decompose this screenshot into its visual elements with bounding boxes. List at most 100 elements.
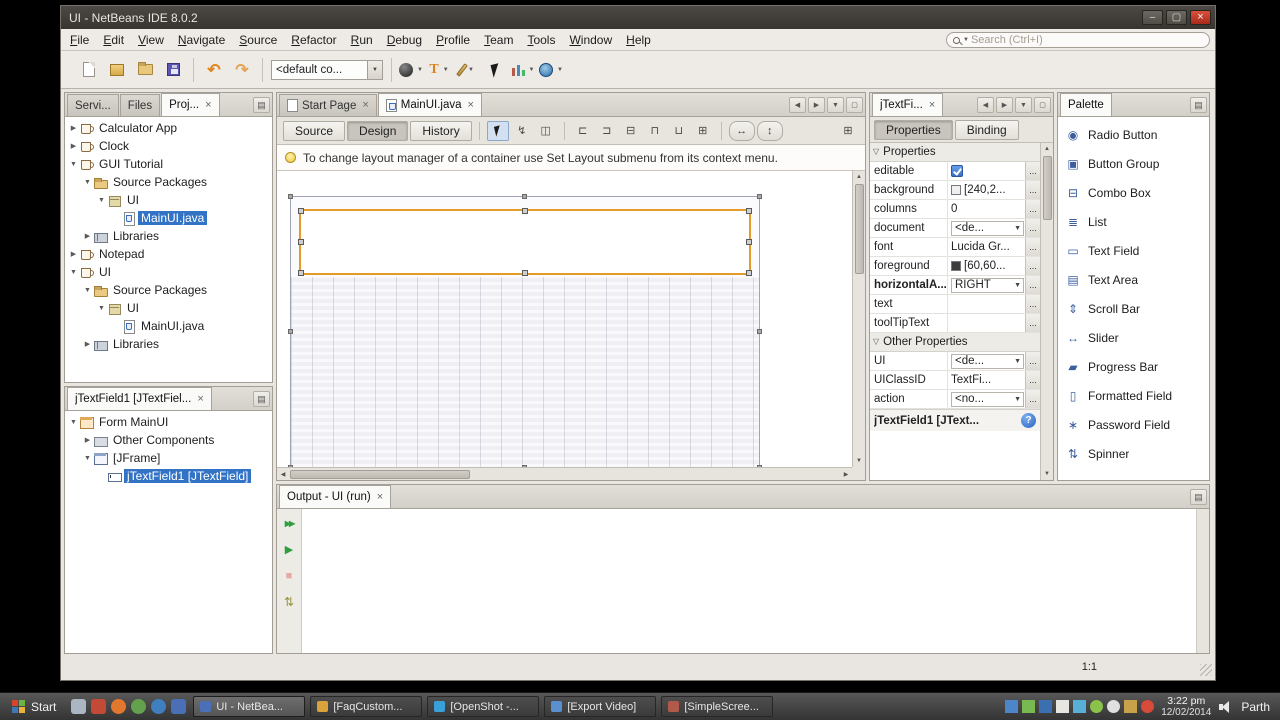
output-tab[interactable]: Output - UI (run) × xyxy=(279,485,392,508)
ellipsis-button[interactable]: ... xyxy=(1025,238,1040,256)
ellipsis-button[interactable]: ... xyxy=(1025,181,1040,199)
property-horizontala[interactable]: horizontalA... RIGHT ▼... xyxy=(870,276,1040,295)
palette-item-button-group[interactable]: ▣ Button Group xyxy=(1058,149,1209,178)
close-icon[interactable]: × xyxy=(377,491,383,503)
align-left-button[interactable]: ⊏ xyxy=(572,121,594,141)
palette-item-scroll-bar[interactable]: ⇕ Scroll Bar xyxy=(1058,294,1209,323)
tab-start-page[interactable]: Start Page × xyxy=(279,94,377,116)
resize-handle[interactable] xyxy=(746,239,752,245)
palette-item-slider[interactable]: ↔ Slider xyxy=(1058,323,1209,352)
taskbar-window-simplescree[interactable]: [SimpleScree... xyxy=(661,696,774,717)
tree-item-form-mainui[interactable]: ▼ Form MainUI xyxy=(65,413,272,431)
collapse-icon[interactable]: ▼ xyxy=(68,269,79,276)
maximize-view-icon[interactable]: ▢ xyxy=(1034,97,1051,113)
redo-button[interactable]: ↷ xyxy=(229,57,255,83)
section-properties[interactable]: ▽ Properties xyxy=(870,143,1040,162)
debug-project-button[interactable]: ▼ xyxy=(455,57,481,83)
tab-proj[interactable]: Proj... × xyxy=(161,93,220,116)
ellipsis-button[interactable]: ... xyxy=(1025,371,1040,389)
messaging-icon[interactable] xyxy=(1090,700,1104,713)
menu-profile[interactable]: Profile xyxy=(429,30,477,50)
wifi-icon[interactable] xyxy=(1107,700,1121,713)
expand-icon[interactable]: ▶ xyxy=(82,233,93,240)
palette-item-formatted-field[interactable]: ▯ Formatted Field xyxy=(1058,381,1209,410)
tree-item-gui-tutorial[interactable]: ▼ GUI Tutorial xyxy=(65,155,272,173)
file-manager-icon[interactable] xyxy=(91,699,107,714)
scroll-tabs-right-icon[interactable]: ▶ xyxy=(996,97,1013,113)
property-text[interactable]: text... xyxy=(870,295,1040,314)
properties-tab[interactable]: jTextFi... × xyxy=(872,93,944,116)
new-project-button[interactable] xyxy=(104,57,130,83)
menu-help[interactable]: Help xyxy=(619,30,658,50)
property-action[interactable]: action <no... ▼... xyxy=(870,390,1040,409)
property-value[interactable]: <de... ▼ xyxy=(948,219,1025,237)
tree-item-jtextfield1-jtextfield[interactable]: jTextField1 [JTextField] xyxy=(65,467,272,485)
property-value[interactable]: [60,60... xyxy=(948,257,1025,275)
view-design[interactable]: Design xyxy=(347,120,409,141)
ellipsis-button[interactable]: ... xyxy=(1025,295,1040,313)
netbeans-quick-icon[interactable] xyxy=(171,699,187,714)
resize-handle[interactable] xyxy=(298,208,304,214)
palette-item-progress-bar[interactable]: ▰ Progress Bar xyxy=(1058,352,1209,381)
tree-item-mainui-java[interactable]: MainUI.java xyxy=(65,209,272,227)
expand-icon[interactable]: ▶ xyxy=(68,143,79,150)
profiler-button[interactable]: ▼ xyxy=(511,57,537,83)
combo-value-cell[interactable]: <de... ▼ xyxy=(951,353,1024,369)
resize-handle[interactable] xyxy=(757,465,762,467)
combo-value-cell[interactable]: <de... ▼ xyxy=(951,220,1024,236)
resize-handle[interactable] xyxy=(522,270,528,276)
taskbar-window-export-video[interactable]: [Export Video] xyxy=(544,696,657,717)
property-value[interactable]: TextFi... xyxy=(948,371,1025,389)
menu-edit[interactable]: Edit xyxy=(96,30,131,50)
property-editable[interactable]: editable... xyxy=(870,162,1040,181)
maximize-button[interactable]: ▢ xyxy=(1166,10,1187,25)
palette-tab[interactable]: Palette xyxy=(1060,93,1112,116)
resize-handle[interactable] xyxy=(522,465,527,467)
checkbox-checked-icon[interactable] xyxy=(951,165,963,177)
menu-source[interactable]: Source xyxy=(232,30,284,50)
browser-button[interactable]: ▼ xyxy=(539,57,565,83)
scrollbar-thumb[interactable] xyxy=(1042,156,1052,220)
property-document[interactable]: document <de... ▼... xyxy=(870,219,1040,238)
dropdown-icon[interactable]: ▼ xyxy=(417,67,423,73)
show-grid-button[interactable]: ⊞ xyxy=(837,121,859,141)
palette-item-radio-button[interactable]: ◉ Radio Button xyxy=(1058,120,1209,149)
preview-design-button[interactable]: ◫ xyxy=(535,121,557,141)
scroll-tabs-left-icon[interactable]: ◀ xyxy=(977,97,994,113)
section-other-properties[interactable]: ▽ Other Properties xyxy=(870,333,1040,352)
scroll-up-icon[interactable]: ▲ xyxy=(1041,143,1053,155)
panel-menu-icon[interactable]: ▤ xyxy=(253,97,270,113)
collapse-icon[interactable]: ▼ xyxy=(82,455,93,462)
frame-content-area[interactable] xyxy=(291,277,759,467)
tree-item-libraries[interactable]: ▶ Libraries xyxy=(65,227,272,245)
resize-handle[interactable] xyxy=(746,270,752,276)
dropdown-icon[interactable]: ▼ xyxy=(367,60,382,79)
palette-item-text-area[interactable]: ▤ Text Area xyxy=(1058,265,1209,294)
ellipsis-button[interactable]: ... xyxy=(1025,314,1040,332)
ellipsis-button[interactable]: ... xyxy=(1025,390,1040,408)
scroll-tabs-right-icon[interactable]: ▶ xyxy=(808,97,825,113)
property-value[interactable]: 0 xyxy=(948,200,1025,218)
menu-navigate[interactable]: Navigate xyxy=(171,30,232,50)
rerun-with-changes-button[interactable]: ▶ xyxy=(280,541,298,559)
property-value[interactable]: [240,2... xyxy=(948,181,1025,199)
expand-icon[interactable]: ▶ xyxy=(68,125,79,132)
scroll-down-icon[interactable]: ▼ xyxy=(1041,468,1053,480)
palette-item-list[interactable]: ≣ List xyxy=(1058,207,1209,236)
dropdown-icon[interactable]: ▼ xyxy=(468,67,474,73)
titlebar[interactable]: UI - NetBeans IDE 8.0.2 – ▢ × xyxy=(61,6,1215,29)
property-ui[interactable]: UI <de... ▼... xyxy=(870,352,1040,371)
menu-debug[interactable]: Debug xyxy=(380,30,429,50)
ellipsis-button[interactable]: ... xyxy=(1025,162,1040,180)
panel-menu-icon[interactable]: ▤ xyxy=(1190,489,1207,505)
scroll-down-icon[interactable]: ▼ xyxy=(853,455,865,467)
combo-arrow-icon[interactable]: ▼ xyxy=(1014,396,1021,403)
search-input[interactable] xyxy=(970,33,1209,47)
property-uiclassid[interactable]: UIClassID TextFi...... xyxy=(870,371,1040,390)
resize-handle[interactable] xyxy=(757,194,762,199)
property-value[interactable] xyxy=(948,295,1025,313)
tree-item-calculator-app[interactable]: ▶ Calculator App xyxy=(65,119,272,137)
window-resize-grip[interactable] xyxy=(1200,664,1212,676)
stop-build-button[interactable]: ■ xyxy=(280,567,298,585)
tree-item-mainui-java[interactable]: MainUI.java xyxy=(65,317,272,335)
